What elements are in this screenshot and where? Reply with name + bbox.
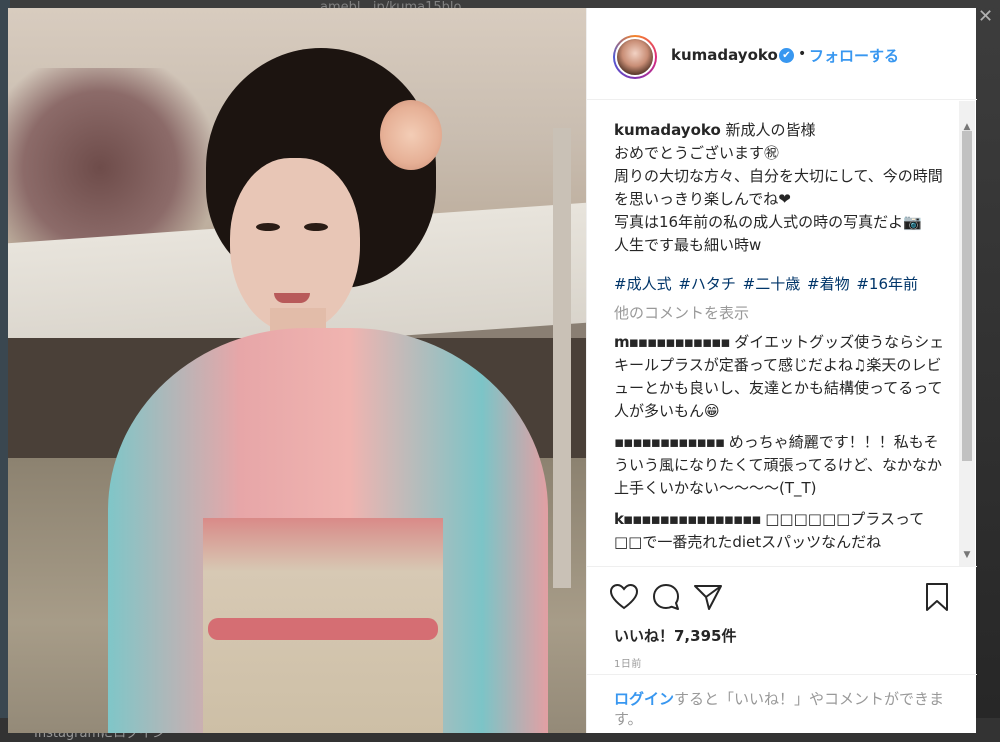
heart-icon[interactable] — [609, 582, 639, 612]
scroll-thumb[interactable] — [962, 131, 972, 461]
post-side-panel: kumadayoko ✔ • フォローする kumadayoko 新成人の皆様 … — [586, 8, 977, 733]
post-timestamp[interactable]: 1日前 — [614, 655, 642, 670]
hashtags[interactable]: #成人式 #ハタチ #二十歳 #着物 #16年前 — [614, 273, 949, 294]
login-prompt: ログインすると「いいね！」やコメントができます。 — [587, 674, 977, 734]
caption-line: おめでとうございます㊗ — [614, 144, 780, 162]
comment-item: m▪▪▪▪▪▪▪▪▪▪▪ ダイエットグッズ使うならシェキールプラスが定番って感じ… — [614, 331, 949, 423]
post-photo[interactable] — [8, 8, 586, 733]
photo-hair-flower — [380, 100, 442, 170]
share-icon[interactable] — [693, 582, 723, 612]
photo-obijime — [208, 618, 438, 640]
post-modal: kumadayoko ✔ • フォローする kumadayoko 新成人の皆様 … — [8, 8, 977, 733]
caption-line: 人生です最も細い時w — [614, 236, 762, 254]
photo-mouth — [274, 293, 310, 303]
separator-dot: • — [798, 46, 807, 62]
comment-username[interactable]: ▪▪▪▪▪▪▪▪▪▪▪▪ — [614, 433, 725, 451]
caption-line: 写真は16年前の私の成人式の時の写真だよ📷 — [614, 213, 922, 231]
view-more-comments-link[interactable]: 他のコメントを表示 — [614, 302, 949, 323]
caption: kumadayoko 新成人の皆様 おめでとうございます㊗ 周りの大切な方々、自… — [614, 119, 949, 257]
caption-line: 新成人の皆様 — [725, 121, 816, 139]
close-icon[interactable]: ✕ — [978, 6, 993, 27]
verified-badge-icon: ✔ — [779, 48, 794, 63]
comments-list[interactable]: kumadayoko 新成人の皆様 おめでとうございます㊗ 周りの大切な方々、自… — [587, 101, 959, 566]
scroll-down-arrow-icon[interactable]: ▼ — [959, 547, 975, 563]
photo-eye-left — [256, 223, 280, 231]
bookmark-icon[interactable] — [922, 582, 952, 612]
avatar[interactable] — [613, 35, 657, 79]
comments-scrollbar[interactable]: ▲ ▼ — [959, 101, 975, 566]
comment-icon[interactable] — [651, 582, 681, 612]
caption-username[interactable]: kumadayoko — [614, 121, 721, 139]
post-actions: いいね！7,395件 1日前 ログインすると「いいね！」やコメントができます。 — [587, 566, 977, 733]
comment-item: k▪▪▪▪▪▪▪▪▪▪▪▪▪▪▪ □□□□□□プラスって□□で一番売れたdiet… — [614, 508, 949, 554]
comment-item: ▪▪▪▪▪▪▪▪▪▪▪▪ めっちゃ綺麗です！！！私もそういう風になりたくて頑張っ… — [614, 431, 949, 500]
photo-eye-right — [304, 223, 328, 231]
like-count[interactable]: いいね！7,395件 — [614, 625, 736, 646]
username-link[interactable]: kumadayoko — [671, 46, 778, 64]
photo-face — [230, 158, 360, 333]
caption-line: 周りの大切な方々、自分を大切にして、今の時間を思いっきり楽しんでね❤ — [614, 167, 943, 208]
login-link[interactable]: ログイン — [614, 690, 674, 708]
photo-pole — [553, 128, 571, 588]
comment-username[interactable]: m▪▪▪▪▪▪▪▪▪▪▪ — [614, 333, 730, 351]
comment-username[interactable]: k▪▪▪▪▪▪▪▪▪▪▪▪▪▪▪ — [614, 510, 761, 528]
post-header: kumadayoko ✔ • フォローする — [587, 8, 977, 100]
follow-button[interactable]: フォローする — [809, 45, 899, 66]
avatar-image — [615, 37, 655, 77]
